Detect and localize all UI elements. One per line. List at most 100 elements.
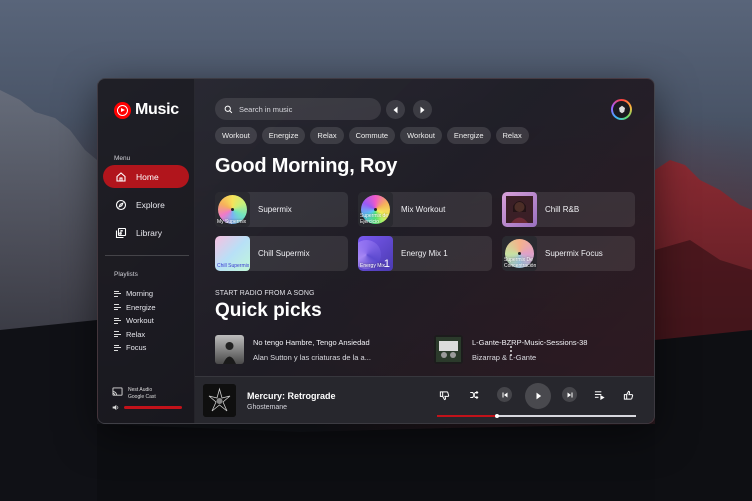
- artwork-caption: Supermix de Ejercicio: [360, 213, 389, 225]
- cast-icon: [112, 387, 123, 396]
- next-button[interactable]: [562, 387, 577, 402]
- search-bar[interactable]: [215, 98, 381, 120]
- nav-item-label: Library: [136, 227, 162, 238]
- chip-energize[interactable]: Energize: [261, 127, 306, 144]
- chevron-left-icon: [393, 106, 398, 113]
- playlist-item-focus[interactable]: Focus: [114, 341, 156, 355]
- artwork-number: 1: [383, 258, 390, 270]
- mix-card-chill-supermix[interactable]: Chill Supermix Chill Supermix: [215, 236, 348, 271]
- mix-card-chill-rnb[interactable]: Chill R&B: [502, 192, 635, 227]
- play-button[interactable]: [525, 383, 551, 409]
- chip-workout[interactable]: Workout: [400, 127, 442, 144]
- progress-bar[interactable]: [437, 413, 636, 418]
- skip-previous-icon: [502, 392, 507, 397]
- volume-control[interactable]: [112, 404, 182, 411]
- nav-item-library[interactable]: Library: [103, 221, 189, 244]
- playlist-icon: [114, 344, 121, 351]
- now-playing-artist: Ghostemane: [247, 404, 288, 411]
- home-icon: [116, 171, 126, 182]
- playlist-icon: [114, 331, 121, 338]
- chip-workout[interactable]: Workout: [215, 127, 257, 144]
- skip-next-icon: [567, 392, 572, 397]
- mix-artwork: [502, 192, 537, 227]
- sidebar: Music Menu Home Explore Library Playlist…: [98, 79, 195, 423]
- track-artist: Alan Sutton y las criaturas de la a...: [253, 352, 371, 362]
- mix-artwork: Supermix De Concentración: [502, 236, 537, 271]
- library-icon: [115, 227, 127, 238]
- artwork-caption: Energy Mix: [360, 262, 386, 269]
- mix-label: Supermix Focus: [545, 249, 603, 258]
- nav-item-label: Home: [136, 171, 159, 182]
- quick-pick-item[interactable]: L-Gante-BZRP-Music-Sessions-38 Bizarrap …: [434, 335, 587, 364]
- sidebar-divider: [105, 255, 189, 256]
- nav-item-label: Explore: [136, 199, 165, 210]
- mix-artwork: My Supermix: [215, 192, 250, 227]
- chip-commute[interactable]: Commute: [348, 127, 396, 144]
- mix-artwork: Energy Mix 1: [358, 236, 393, 271]
- playlist-item-energize[interactable]: Energize: [114, 301, 156, 315]
- mix-card-supermix[interactable]: My Supermix Supermix: [215, 192, 348, 227]
- playlist-icon: [114, 304, 121, 311]
- mix-artwork: Chill Supermix: [215, 236, 250, 271]
- playlist-label: Morning: [126, 289, 154, 299]
- playlist-icon: [114, 317, 121, 324]
- track-artwork: [434, 335, 463, 364]
- mix-card-mix-workout[interactable]: Supermix de Ejercicio Mix Workout: [358, 192, 492, 227]
- playlist-list: Morning Energize Workout Relax Focus: [114, 287, 156, 355]
- chevron-right-icon: [420, 106, 425, 113]
- main-content: Workout Energize Relax Commute Workout E…: [195, 79, 654, 423]
- player-bar: Mercury: Retrograde Ghostemane: [195, 376, 654, 423]
- cast-device[interactable]: Nest Audio Google Cast: [112, 387, 156, 400]
- progress-handle[interactable]: [494, 413, 499, 418]
- playlist-item-relax[interactable]: Relax: [114, 328, 156, 342]
- greeting-heading: Good Morning, Roy: [215, 155, 398, 177]
- search-input[interactable]: [239, 104, 369, 114]
- chip-energize[interactable]: Energize: [446, 127, 491, 144]
- shuffle-button[interactable]: [467, 388, 481, 402]
- thumbs-down-icon: [439, 390, 449, 400]
- track-title: No tengo Hambre, Tengo Ansiedad: [253, 337, 370, 347]
- queue-button[interactable]: [592, 388, 606, 402]
- volume-slider[interactable]: [124, 405, 182, 410]
- main-nav: Home Explore Library: [103, 165, 189, 249]
- mix-label: Mix Workout: [401, 205, 446, 214]
- back-button[interactable]: [386, 100, 405, 119]
- artist-portrait-icon: [506, 196, 533, 223]
- playlist-icon: [114, 290, 121, 297]
- search-icon: [224, 105, 233, 113]
- chip-relax[interactable]: Relax: [495, 127, 529, 144]
- mix-label: Chill R&B: [545, 205, 580, 214]
- play-icon: [536, 392, 541, 400]
- mix-card-energy-mix[interactable]: Energy Mix 1 Energy Mix 1: [358, 236, 492, 271]
- music-app-window: Music Menu Home Explore Library Playlist…: [97, 78, 655, 424]
- cast-device-type: Google Cast: [128, 393, 156, 400]
- artwork-caption: Supermix De Concentración: [504, 257, 537, 269]
- artwork-caption: My Supermix: [217, 218, 247, 225]
- nav-item-home[interactable]: Home: [103, 165, 189, 188]
- playlist-item-morning[interactable]: Morning: [114, 287, 156, 301]
- playlist-label: Focus: [126, 343, 147, 353]
- mix-label: Chill Supermix: [258, 249, 310, 258]
- chip-relax[interactable]: Relax: [310, 127, 344, 144]
- app-logo[interactable]: Music: [114, 101, 179, 119]
- mix-label: Supermix: [258, 205, 292, 214]
- mix-card-supermix-focus[interactable]: Supermix De Concentración Supermix Focus: [502, 236, 635, 271]
- mood-chips: Workout Energize Relax Commute Workout E…: [215, 127, 529, 144]
- mix-artwork: Supermix de Ejercicio: [358, 192, 393, 227]
- dislike-button[interactable]: [437, 388, 451, 402]
- youtube-music-icon: [114, 101, 131, 119]
- track-artwork: [215, 335, 244, 364]
- nav-item-explore[interactable]: Explore: [103, 193, 189, 216]
- user-avatar[interactable]: [611, 99, 632, 120]
- compass-icon: [115, 199, 127, 210]
- forward-button[interactable]: [413, 100, 432, 119]
- like-button[interactable]: [621, 388, 635, 402]
- previous-button[interactable]: [497, 387, 512, 402]
- quick-pick-item[interactable]: No tengo Hambre, Tengo Ansiedad Alan Sut…: [215, 335, 371, 364]
- playlist-label: Energize: [126, 302, 156, 312]
- playlist-label: Relax: [126, 329, 146, 339]
- queue-icon: [594, 391, 605, 400]
- quick-picks-eyebrow: START RADIO FROM A SONG: [215, 290, 315, 297]
- playlist-item-workout[interactable]: Workout: [114, 314, 156, 328]
- now-playing-artwork: [203, 384, 236, 417]
